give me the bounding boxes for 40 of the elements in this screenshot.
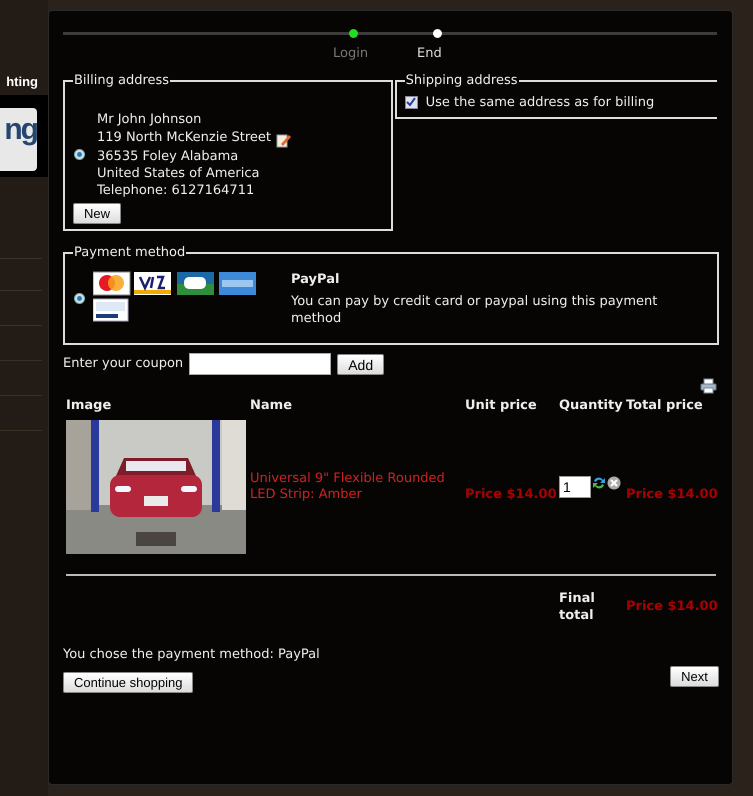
coupon-label: Enter your coupon: [63, 355, 184, 374]
site-header-text: hting: [6, 73, 38, 91]
product-name-link[interactable]: Universal 9" Flexible Rounded LED Strip: Amber: [250, 471, 465, 503]
print-icon[interactable]: [700, 378, 717, 394]
address-line: United States of America: [97, 164, 260, 182]
column-header: Total price: [626, 397, 704, 416]
billing-address-panel: Billing address Mr John Johnson 119 North McKenzie Street 36535 Foley Alabama United States of America Telephone: 6127164711 New: [63, 71, 393, 231]
site-logo[interactable]: ng: [0, 108, 37, 171]
column-header: Unit price: [465, 397, 538, 416]
address-line: Mr John Johnson: [97, 110, 202, 128]
quantity-field[interactable]: 1: [559, 476, 591, 498]
payment-method-panel: Payment method PayPal You can pay by credit card or paypal using this payment method: [63, 243, 719, 345]
final-total: Price $14.00: [626, 598, 716, 616]
total-price: Price $14.00: [626, 486, 716, 504]
address-line: Telephone: 6127164711: [97, 182, 254, 198]
same-address-label: Use the same address as for billing: [426, 94, 654, 112]
shipping-address-panel: Shipping address Use the same address as for billing: [394, 71, 717, 119]
address-line: 119 North McKenzie Street: [97, 129, 271, 146]
column-header: Quantity: [559, 397, 624, 416]
radio-button[interactable]: [74, 293, 85, 304]
checkbox[interactable]: [404, 96, 418, 109]
column-header: Name: [250, 397, 294, 416]
coupon-field[interactable]: [189, 353, 332, 375]
remove-icon[interactable]: [607, 476, 621, 490]
step-label: End: [417, 45, 442, 63]
refresh-icon[interactable]: [592, 476, 606, 490]
payment-method-message: You chose the payment method: PayPal: [63, 646, 320, 664]
column-header: Image: [66, 397, 112, 416]
add-button[interactable]: Add: [337, 354, 384, 374]
final-total-label: Final total: [559, 590, 596, 624]
continue-shopping-button[interactable]: Continue shopping: [63, 672, 194, 692]
payment-method-description: You can pay by credit card or paypal using this payment method: [291, 292, 658, 326]
payment-method-title: PayPal: [291, 270, 340, 288]
radio-button[interactable]: [74, 149, 85, 160]
edit-icon[interactable]: [276, 132, 291, 148]
new-button[interactable]: New: [73, 202, 122, 224]
step-label: Login: [333, 45, 368, 63]
address-line: 36535 Foley Alabama: [97, 148, 238, 164]
next-button[interactable]: Next: [670, 666, 719, 687]
unit-price: Price $14.00: [465, 486, 558, 504]
